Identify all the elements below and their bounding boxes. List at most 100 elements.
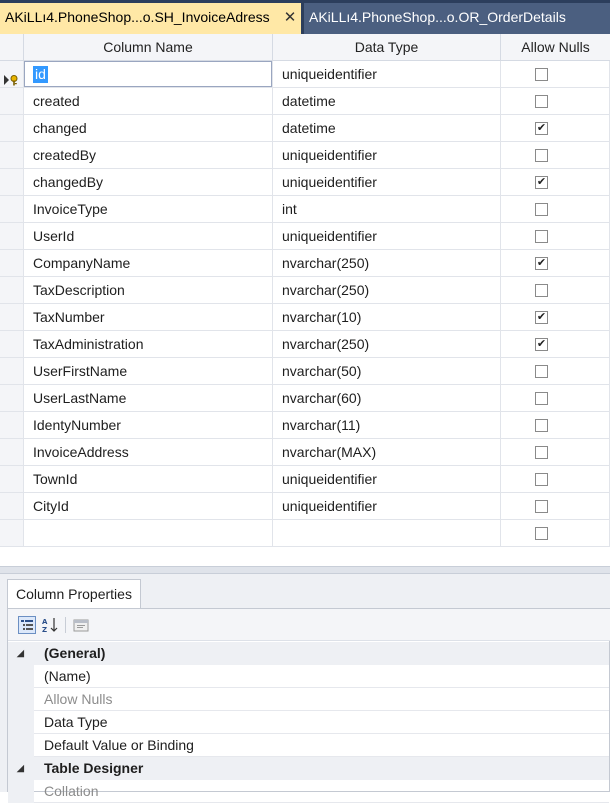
table-row[interactable]: CityId uniqueidentifier: [0, 493, 610, 520]
data-type-cell[interactable]: datetime: [273, 115, 501, 142]
table-row[interactable]: TaxAdministration nvarchar(250) ✔: [0, 331, 610, 358]
row-selector[interactable]: [0, 412, 24, 439]
row-selector[interactable]: [0, 439, 24, 466]
row-selector[interactable]: [0, 88, 24, 115]
column-name-cell[interactable]: TownId: [24, 466, 273, 493]
row-selector[interactable]: [0, 223, 24, 250]
table-row[interactable]: TaxNumber nvarchar(10) ✔: [0, 304, 610, 331]
table-row[interactable]: InvoiceType int: [0, 196, 610, 223]
tab-invoice-adress[interactable]: AKiLLı4.PhoneShop...o.SH_InvoiceAdress ✕: [0, 3, 301, 34]
data-type-cell[interactable]: nvarchar(250): [273, 250, 501, 277]
row-selector[interactable]: [0, 196, 24, 223]
allow-nulls-checkbox[interactable]: ✔: [535, 311, 548, 324]
column-name-cell[interactable]: InvoiceAddress: [24, 439, 273, 466]
column-name-cell[interactable]: changed: [24, 115, 273, 142]
data-type-cell[interactable]: [273, 520, 501, 547]
expand-collapse-icon[interactable]: ◢: [17, 642, 27, 665]
row-selector[interactable]: [0, 331, 24, 358]
column-name-cell[interactable]: TaxDescription: [24, 277, 273, 304]
allow-nulls-checkbox[interactable]: ✔: [535, 122, 548, 135]
table-row[interactable]: changed datetime ✔: [0, 115, 610, 142]
data-type-cell[interactable]: uniqueidentifier: [273, 169, 501, 196]
property-category[interactable]: ◢ (General): [8, 642, 609, 665]
tab-order-details[interactable]: AKiLLı4.PhoneShop...o.OR_OrderDetails: [304, 3, 610, 34]
property-row[interactable]: Allow Nulls: [8, 688, 609, 711]
data-type-cell[interactable]: uniqueidentifier: [273, 493, 501, 520]
row-selector[interactable]: [0, 115, 24, 142]
row-selector[interactable]: [0, 169, 24, 196]
row-selector[interactable]: [0, 466, 24, 493]
property-pages-icon[interactable]: [72, 616, 90, 634]
table-row[interactable]: created datetime: [0, 88, 610, 115]
table-row[interactable]: TownId uniqueidentifier: [0, 466, 610, 493]
data-type-cell[interactable]: datetime: [273, 88, 501, 115]
row-selector[interactable]: [0, 493, 24, 520]
column-name-header[interactable]: Column Name: [24, 34, 273, 61]
column-name-cell[interactable]: UserLastName: [24, 385, 273, 412]
allow-nulls-checkbox[interactable]: [535, 284, 548, 297]
table-row[interactable]: UserFirstName nvarchar(50): [0, 358, 610, 385]
expand-collapse-icon[interactable]: ◢: [17, 757, 27, 780]
allow-nulls-checkbox[interactable]: [535, 446, 548, 459]
alphabetical-sort-icon[interactable]: A Z: [41, 616, 59, 634]
column-name-cell[interactable]: UserFirstName: [24, 358, 273, 385]
table-row[interactable]: changedBy uniqueidentifier ✔: [0, 169, 610, 196]
data-type-cell[interactable]: uniqueidentifier: [273, 223, 501, 250]
column-name-cell[interactable]: TaxAdministration: [24, 331, 273, 358]
row-selector[interactable]: [0, 358, 24, 385]
close-icon[interactable]: ✕: [282, 10, 298, 26]
table-row[interactable]: CompanyName nvarchar(250) ✔: [0, 250, 610, 277]
data-type-cell[interactable]: nvarchar(10): [273, 304, 501, 331]
property-row[interactable]: (Name): [8, 665, 609, 688]
property-row[interactable]: Default Value or Binding: [8, 734, 609, 757]
column-name-cell[interactable]: InvoiceType: [24, 196, 273, 223]
allow-nulls-header[interactable]: Allow Nulls: [501, 34, 610, 61]
row-selector[interactable]: [0, 277, 24, 304]
data-type-cell[interactable]: nvarchar(MAX): [273, 439, 501, 466]
data-type-cell[interactable]: uniqueidentifier: [273, 466, 501, 493]
data-type-cell[interactable]: nvarchar(50): [273, 358, 501, 385]
allow-nulls-checkbox[interactable]: [535, 500, 548, 513]
column-name-cell[interactable]: CompanyName: [24, 250, 273, 277]
row-selector[interactable]: [0, 250, 24, 277]
table-row[interactable]: IdentyNumber nvarchar(11): [0, 412, 610, 439]
row-selector[interactable]: [0, 385, 24, 412]
allow-nulls-checkbox[interactable]: [535, 95, 548, 108]
data-type-cell[interactable]: nvarchar(250): [273, 331, 501, 358]
allow-nulls-checkbox[interactable]: [535, 527, 548, 540]
allow-nulls-checkbox[interactable]: [535, 365, 548, 378]
column-name-cell[interactable]: id: [24, 61, 273, 88]
table-row[interactable]: InvoiceAddress nvarchar(MAX): [0, 439, 610, 466]
data-type-cell[interactable]: nvarchar(250): [273, 277, 501, 304]
column-name-cell[interactable]: IdentyNumber: [24, 412, 273, 439]
allow-nulls-checkbox[interactable]: [535, 230, 548, 243]
allow-nulls-checkbox[interactable]: ✔: [535, 176, 548, 189]
column-name-cell[interactable]: UserId: [24, 223, 273, 250]
column-name-cell[interactable]: created: [24, 88, 273, 115]
data-type-cell[interactable]: nvarchar(60): [273, 385, 501, 412]
allow-nulls-checkbox[interactable]: ✔: [535, 338, 548, 351]
data-type-header[interactable]: Data Type: [273, 34, 501, 61]
row-selector[interactable]: [0, 520, 24, 547]
row-selector[interactable]: [0, 142, 24, 169]
row-selector[interactable]: [0, 61, 24, 88]
table-row[interactable]: id uniqueidentifier: [0, 61, 610, 88]
property-category[interactable]: ◢ Table Designer: [8, 757, 609, 780]
column-name-cell[interactable]: changedBy: [24, 169, 273, 196]
table-row[interactable]: UserId uniqueidentifier: [0, 223, 610, 250]
tab-column-properties[interactable]: Column Properties: [7, 579, 141, 608]
column-name-input[interactable]: id: [24, 61, 272, 87]
table-row[interactable]: createdBy uniqueidentifier: [0, 142, 610, 169]
column-name-cell[interactable]: createdBy: [24, 142, 273, 169]
data-type-cell[interactable]: int: [273, 196, 501, 223]
allow-nulls-checkbox[interactable]: [535, 68, 548, 81]
allow-nulls-checkbox[interactable]: [535, 473, 548, 486]
column-name-cell[interactable]: TaxNumber: [24, 304, 273, 331]
allow-nulls-checkbox[interactable]: [535, 392, 548, 405]
allow-nulls-checkbox[interactable]: [535, 149, 548, 162]
column-name-cell[interactable]: [24, 520, 273, 547]
column-name-cell[interactable]: CityId: [24, 493, 273, 520]
table-row[interactable]: [0, 520, 610, 547]
categorized-icon[interactable]: [18, 616, 36, 634]
allow-nulls-checkbox[interactable]: [535, 203, 548, 216]
